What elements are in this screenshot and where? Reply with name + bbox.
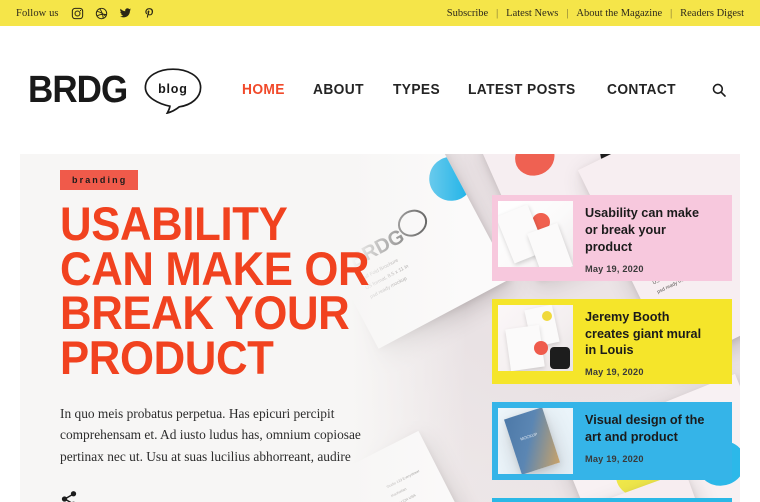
topbar-separator: | — [670, 7, 673, 19]
hero-banner: BRDG Half Fold Brochure US format, 8.5 x… — [20, 154, 740, 502]
logo-bubble-text: blog — [158, 81, 188, 96]
topbar-link-about-the-magazine[interactable]: About the Magazine — [576, 8, 662, 19]
main-navigation: HOME ABOUT TYPES LATEST POSTS CONTACT — [242, 82, 680, 98]
follow-us-label: Follow us — [16, 7, 59, 19]
article-date: May 19, 2020 — [585, 367, 644, 379]
article-title: Jeremy Booth creates giant mural in Loui… — [585, 308, 702, 358]
instagram-icon[interactable] — [71, 7, 84, 20]
nav-item-contact[interactable]: CONTACT — [607, 82, 676, 98]
topbar-separator: | — [496, 7, 499, 19]
article-card[interactable]: Jeremy Booth creates giant mural in Loui… — [492, 298, 732, 385]
pinterest-icon[interactable] — [143, 7, 156, 20]
article-date: May 19, 2020 — [585, 454, 644, 466]
topbar-link-readers-digest[interactable]: Readers Digest — [680, 8, 744, 19]
article-card[interactable]: MOCKUP Visual design of the art and prod… — [492, 402, 732, 481]
article-thumbnail — [498, 304, 573, 371]
top-bar: Follow us Subscribe | Latest News | Abou… — [0, 0, 760, 26]
topbar-separator: | — [566, 7, 569, 19]
article-card-partial[interactable] — [492, 498, 732, 502]
topbar-link-latest-news[interactable]: Latest News — [506, 8, 558, 19]
featured-articles-list: Usability can make or break your product… — [492, 195, 732, 502]
nav-item-types[interactable]: TYPES — [393, 82, 440, 98]
dribbble-icon[interactable] — [95, 7, 108, 20]
logo[interactable]: BRDG blog — [28, 66, 204, 114]
nav-item-about[interactable]: ABOUT — [313, 82, 364, 98]
article-title: Visual design of the art and product — [585, 412, 705, 445]
hero-content: branding USABILITY CAN MAKE OR BREAK YOU… — [60, 170, 400, 502]
nav-item-home[interactable]: HOME — [242, 82, 285, 98]
top-bar-left: Follow us — [16, 7, 156, 20]
hero-description: In quo meis probatus perpetua. Has epicu… — [60, 405, 361, 464]
topbar-link-subscribe[interactable]: Subscribe — [447, 8, 488, 19]
search-icon[interactable] — [706, 77, 732, 103]
article-thumbnail: MOCKUP — [498, 408, 573, 475]
article-meta: Visual design of the art and product May… — [573, 408, 726, 465]
share-icon[interactable] — [60, 490, 80, 502]
article-meta: Usability can make or break your product… — [573, 201, 726, 275]
article-date: May 19, 2020 — [585, 263, 644, 275]
article-card[interactable]: Usability can make or break your product… — [492, 195, 732, 281]
article-title: Usability can make or break your product — [585, 205, 699, 254]
logo-text: BRDG — [28, 69, 128, 111]
hero-section: BRDG Half Fold Brochure US format, 8.5 x… — [0, 154, 760, 502]
category-badge[interactable]: branding — [60, 170, 139, 190]
site-header: BRDG blog HOME ABOUT TYPES LATEST POSTS … — [0, 26, 760, 154]
article-thumbnail — [498, 201, 573, 267]
social-links — [71, 7, 156, 20]
nav-item-latest-posts[interactable]: LATEST POSTS — [468, 82, 576, 98]
article-meta: Jeremy Booth creates giant mural in Loui… — [573, 305, 726, 379]
speech-bubble-icon: blog — [142, 66, 204, 114]
twitter-icon[interactable] — [119, 7, 132, 20]
hero-title: USABILITY CAN MAKE OR BREAK YOUR PRODUCT — [60, 197, 370, 384]
top-bar-links: Subscribe | Latest News | About the Maga… — [447, 8, 744, 19]
